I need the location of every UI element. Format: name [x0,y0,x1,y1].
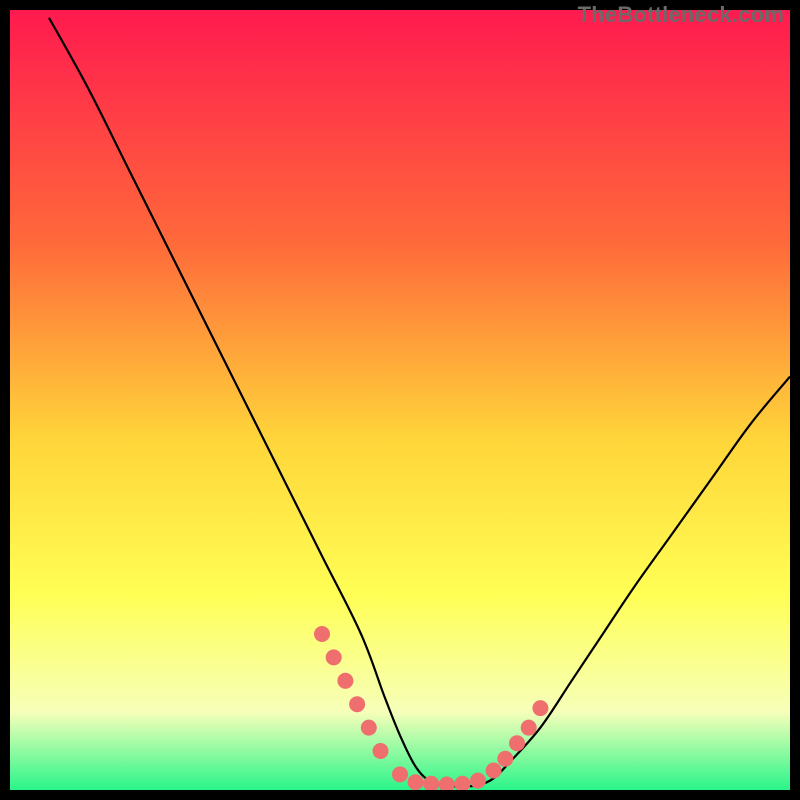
plot-area: TheBottleneck.com [10,10,790,790]
highlight-dot [337,673,353,689]
watermark-text: TheBottleneck.com [578,2,784,28]
highlight-dot [326,649,342,665]
highlight-dot [314,626,330,642]
gradient-background [10,10,790,790]
highlight-dot [361,720,377,736]
highlight-dot [521,720,537,736]
highlight-dot [486,763,502,779]
highlight-dot [373,743,389,759]
chart-svg [10,10,790,790]
highlight-dot [392,766,408,782]
highlight-dot [349,696,365,712]
highlight-dot [470,773,486,789]
highlight-dot [509,735,525,751]
highlight-dot [532,700,548,716]
chart-frame: TheBottleneck.com [0,0,800,800]
highlight-dot [408,774,424,790]
highlight-dot [497,751,513,767]
